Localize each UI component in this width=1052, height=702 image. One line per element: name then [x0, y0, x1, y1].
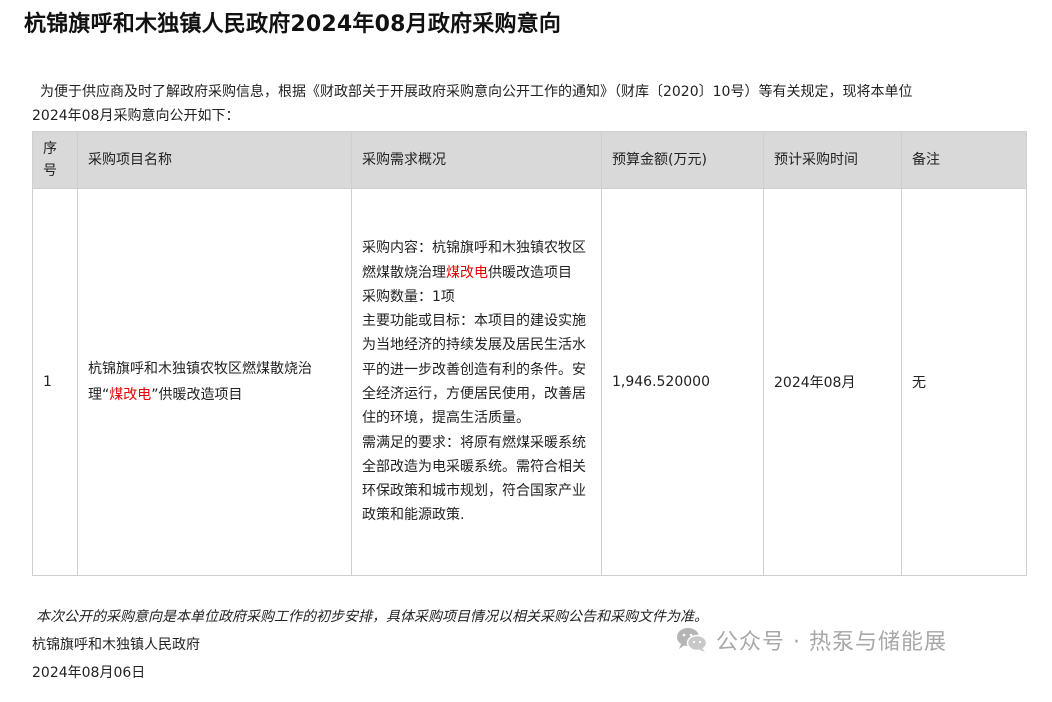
procurement-table: 序 号 采购项目名称 采购需求概况 预算金额(万元) 预计采购时间 备注 1 杭… — [32, 131, 1027, 576]
header-project-name: 采购项目名称 — [77, 131, 352, 189]
footer-organization: 杭锦旗呼和木独镇人民政府 — [32, 637, 200, 653]
header-budget: 预算金额(万元) — [601, 131, 764, 189]
intro-line-1: 为便于供应商及时了解政府采购信息，根据《财政部关于开展政府采购意向公开工作的通知… — [40, 84, 913, 100]
req-quantity: 采购数量：1项 — [362, 288, 455, 305]
req-content-suffix: 供暖改造项目 — [488, 264, 572, 281]
cell-budget: 1,946.520000 — [601, 188, 764, 576]
project-name-part-2: ”供暖改造项目 — [151, 387, 243, 403]
cell-project-name: 杭锦旗呼和木独镇农牧区燃煤散烧治理“煤改电”供暖改造项目 — [77, 188, 352, 576]
header-seq-line-1: 序 — [43, 141, 57, 157]
watermark: 公众号 · 热泵与储能展 — [676, 624, 947, 656]
header-remark: 备注 — [901, 131, 1027, 189]
cell-remark: 无 — [901, 188, 1027, 576]
req-content: 采购内容：杭锦旗呼和木独镇农牧区燃煤散烧治理煤改电供暖改造项目 — [362, 236, 591, 285]
wechat-icon — [677, 628, 708, 652]
header-seq-line-2: 号 — [43, 163, 57, 179]
header-requirement: 采购需求概况 — [351, 131, 602, 189]
footer-note: 本次公开的采购意向是本单位政府采购工作的初步安排，具体采购项目情况以相关采购公告… — [36, 609, 708, 625]
header-time: 预计采购时间 — [763, 131, 902, 189]
table-header-row: 序 号 采购项目名称 采购需求概况 预算金额(万元) 预计采购时间 备注 — [32, 131, 1027, 189]
cell-requirement: 采购内容：杭锦旗呼和木独镇农牧区燃煤散烧治理煤改电供暖改造项目 采购数量：1项 … — [351, 188, 602, 576]
footer-date: 2024年08月06日 — [32, 665, 146, 681]
table-row: 1 杭锦旗呼和木独镇农牧区燃煤散烧治理“煤改电”供暖改造项目 采购内容：杭锦旗呼… — [32, 188, 1027, 576]
intro-paragraph: 为便于供应商及时了解政府采购信息，根据《财政部关于开展政府采购意向公开工作的通知… — [32, 80, 1022, 128]
cell-time: 2024年08月 — [763, 188, 902, 576]
page-title: 杭锦旗呼和木独镇人民政府2024年08月政府采购意向 — [24, 12, 562, 37]
header-seq: 序 号 — [32, 131, 78, 189]
req-content-highlight: 煤改电 — [446, 264, 488, 281]
req-demand: 需满足的要求：将原有燃煤采暖系统全部改造为电采暖系统。需符合相关环保政策和城市规… — [362, 434, 586, 524]
project-name-highlight: 煤改电 — [109, 387, 152, 403]
req-goal: 主要功能或目标：本项目的建设实施为当地经济的持续发展及居民生活水平的进一步改善创… — [362, 313, 586, 427]
cell-seq: 1 — [32, 188, 78, 576]
watermark-text: 公众号 · 热泵与储能展 — [716, 630, 947, 655]
intro-line-2: 2024年08月采购意向公开如下： — [32, 108, 240, 124]
